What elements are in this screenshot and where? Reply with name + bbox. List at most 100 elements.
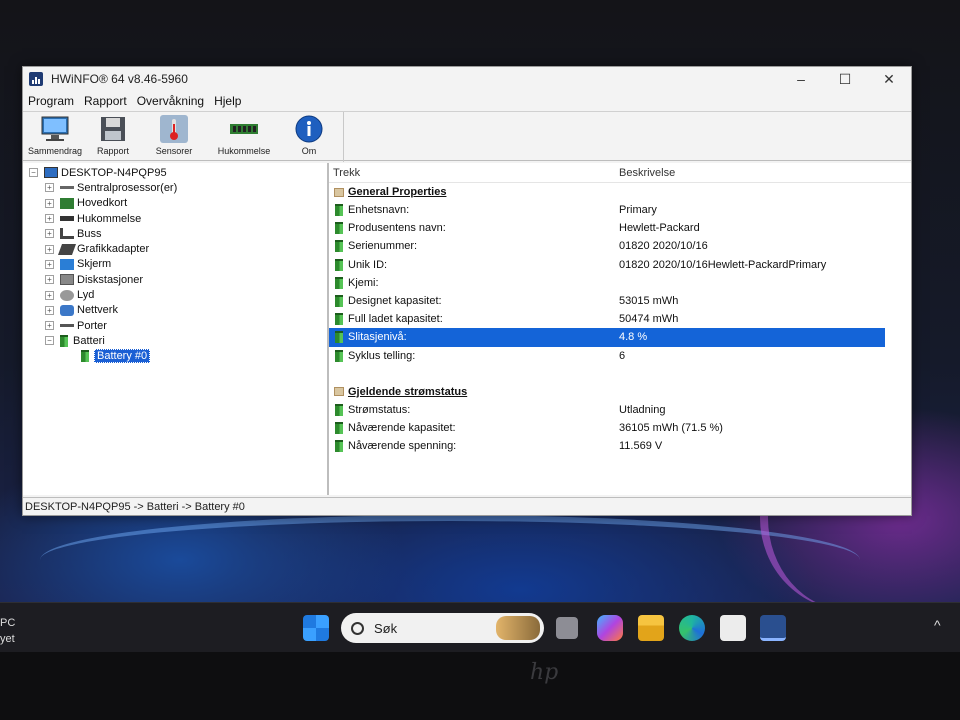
menu-rapport[interactable]: Rapport bbox=[84, 94, 127, 108]
memory-module-icon bbox=[229, 114, 259, 144]
row-label: Nåværende kapasitet: bbox=[348, 421, 456, 434]
window-title: HWiNFO® 64 v8.46-5960 bbox=[51, 72, 188, 86]
store-icon[interactable] bbox=[720, 615, 746, 641]
menu-hjelp[interactable]: Hjelp bbox=[214, 94, 241, 108]
tree-item-gpu[interactable]: + Grafikkadapter bbox=[23, 241, 327, 256]
tree-item-label: Skjerm bbox=[77, 258, 112, 271]
menu-overvakning[interactable]: Overvåkning bbox=[137, 94, 204, 108]
row-label: Designet kapasitet: bbox=[348, 295, 442, 308]
report-button[interactable]: Rapport bbox=[87, 112, 139, 156]
group-current-power-status: Gjeldende strømstatus bbox=[329, 383, 911, 401]
group-title: General Properties bbox=[348, 186, 447, 198]
table-row[interactable]: Enhetsnavn: Primary bbox=[329, 201, 911, 219]
tree-item-motherboard[interactable]: + Hovedkort bbox=[23, 196, 327, 211]
row-value: 01820 2020/10/16 bbox=[619, 240, 708, 253]
row-label: Serienummer: bbox=[348, 240, 418, 253]
tree-item-ports[interactable]: + Porter bbox=[23, 318, 327, 333]
column-header-feature[interactable]: Trekk bbox=[329, 167, 619, 179]
expand-icon[interactable]: + bbox=[45, 321, 54, 331]
sensors-label: Sensorer bbox=[155, 146, 193, 156]
device-tree[interactable]: − DESKTOP-N4PQP95 + Sentralprosessor(er)… bbox=[23, 163, 329, 495]
toolbar-separator bbox=[343, 112, 344, 162]
expand-icon[interactable]: + bbox=[45, 229, 54, 239]
info-icon bbox=[294, 114, 324, 144]
search-placeholder: Søk bbox=[374, 620, 398, 636]
about-button[interactable]: Om bbox=[279, 112, 339, 156]
summary-button[interactable]: Sammendrag bbox=[23, 112, 87, 156]
task-view-icon[interactable] bbox=[556, 617, 578, 639]
tree-item-audio[interactable]: + Lyd bbox=[23, 287, 327, 302]
windows-start-icon[interactable] bbox=[303, 615, 329, 641]
table-row[interactable]: Nåværende spenning: 11.569 V bbox=[329, 437, 911, 455]
memory-button[interactable]: Hukommelse bbox=[209, 112, 279, 156]
table-row[interactable]: Strømstatus: Utladning bbox=[329, 401, 911, 419]
edge-icon[interactable] bbox=[679, 615, 705, 641]
expand-icon[interactable]: + bbox=[45, 214, 54, 224]
maximize-button[interactable]: ☐ bbox=[823, 67, 867, 91]
menu-program[interactable]: Program bbox=[28, 94, 74, 108]
expand-icon[interactable]: + bbox=[45, 305, 54, 315]
wallpaper-swirl bbox=[40, 515, 860, 605]
tree-item-network[interactable]: + Nettverk bbox=[23, 303, 327, 318]
row-label: Strømstatus: bbox=[348, 403, 411, 416]
tree-item-disks[interactable]: + Diskstasjoner bbox=[23, 272, 327, 287]
tree-item-battery-0[interactable]: Battery #0 bbox=[23, 349, 327, 364]
taskbar-search[interactable]: Søk bbox=[341, 613, 544, 643]
tree-item-label: Nettverk bbox=[77, 304, 118, 317]
row-value: Primary bbox=[619, 204, 657, 217]
sensors-button[interactable]: Sensorer bbox=[139, 112, 209, 156]
row-value: 53015 mWh bbox=[619, 295, 679, 308]
table-row[interactable]: Designet kapasitet: 53015 mWh bbox=[329, 292, 911, 310]
tree-root[interactable]: − DESKTOP-N4PQP95 bbox=[23, 165, 327, 180]
status-bar: DESKTOP-N4PQP95 -> Batteri -> Battery #0 bbox=[23, 497, 911, 515]
table-row[interactable]: Full ladet kapasitet: 50474 mWh bbox=[329, 310, 911, 328]
table-row-selected[interactable]: Slitasjenivå: 4.8 % bbox=[329, 328, 885, 347]
cpu-icon bbox=[60, 186, 74, 190]
tree-item-cpu[interactable]: + Sentralprosessor(er) bbox=[23, 180, 327, 195]
expand-icon[interactable]: + bbox=[45, 259, 54, 269]
expand-icon[interactable]: + bbox=[45, 275, 54, 285]
table-row[interactable]: Syklus telling: 6 bbox=[329, 347, 911, 365]
minimize-button[interactable]: – bbox=[779, 67, 823, 91]
copilot-icon[interactable] bbox=[597, 615, 623, 641]
taskbar-widget-text[interactable]: PC yet bbox=[0, 615, 15, 647]
file-explorer-icon[interactable] bbox=[638, 615, 664, 641]
tree-selected-label: Battery #0 bbox=[94, 349, 151, 364]
expand-icon[interactable]: + bbox=[45, 244, 54, 254]
close-button[interactable]: ✕ bbox=[867, 67, 911, 91]
table-row[interactable]: Unik ID: 01820 2020/10/16Hewlett-PackardP… bbox=[329, 256, 911, 274]
row-value: 11.569 V bbox=[619, 440, 663, 453]
hwinfo-icon[interactable] bbox=[760, 615, 786, 641]
expand-icon[interactable]: + bbox=[45, 290, 54, 300]
battery-icon bbox=[335, 331, 343, 344]
hwinfo-app-icon bbox=[29, 72, 43, 86]
collapse-icon[interactable]: − bbox=[29, 168, 38, 178]
battery-icon bbox=[335, 295, 343, 308]
tree-item-battery[interactable]: − Batteri bbox=[23, 333, 327, 348]
tree-item-bus[interactable]: + Buss bbox=[23, 226, 327, 241]
table-row[interactable]: Kjemi: bbox=[329, 274, 911, 292]
column-header-description[interactable]: Beskrivelse bbox=[619, 167, 911, 179]
computer-icon bbox=[44, 167, 58, 179]
table-row[interactable]: Serienummer: 01820 2020/10/16 bbox=[329, 237, 911, 255]
table-row[interactable]: Nåværende kapasitet: 36105 mWh (71.5 %) bbox=[329, 419, 911, 437]
network-icon bbox=[60, 304, 74, 316]
ports-icon bbox=[60, 324, 74, 328]
tree-root-label: DESKTOP-N4PQP95 bbox=[61, 166, 167, 179]
collapse-icon[interactable]: − bbox=[45, 336, 54, 346]
row-label: Unik ID: bbox=[348, 258, 388, 271]
tree-item-display[interactable]: + Skjerm bbox=[23, 257, 327, 272]
battery-icon bbox=[335, 276, 343, 289]
expand-icon[interactable]: + bbox=[45, 183, 54, 193]
detail-pane[interactable]: Trekk Beskrivelse General Properties Enh… bbox=[329, 163, 911, 495]
tree-item-label: Lyd bbox=[77, 289, 95, 302]
table-row[interactable]: Produsentens navn: Hewlett-Packard bbox=[329, 219, 911, 237]
title-bar[interactable]: HWiNFO® 64 v8.46-5960 – ☐ ✕ bbox=[23, 67, 911, 91]
expand-icon[interactable]: + bbox=[45, 198, 54, 208]
floppy-disk-icon bbox=[98, 114, 128, 144]
tree-item-memory[interactable]: + Hukommelse bbox=[23, 211, 327, 226]
battery-icon bbox=[335, 313, 343, 326]
battery-icon bbox=[335, 204, 343, 217]
chevron-up-icon[interactable]: ^ bbox=[934, 617, 941, 633]
